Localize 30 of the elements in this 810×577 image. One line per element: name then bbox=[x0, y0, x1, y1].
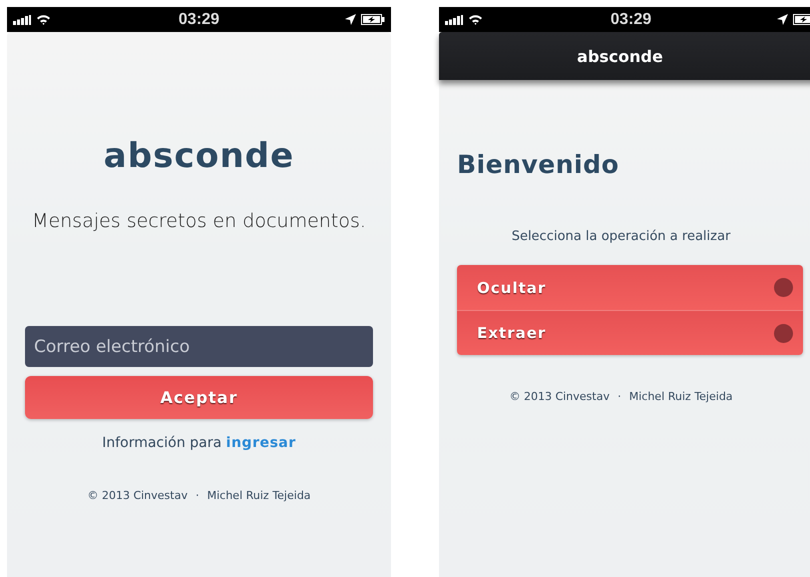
option-label: Extraer bbox=[477, 324, 546, 342]
email-field[interactable]: Correo electrónico bbox=[25, 326, 373, 367]
separator-dot: · bbox=[618, 390, 622, 403]
location-arrow-icon bbox=[777, 14, 788, 25]
option-item[interactable]: Extraer bbox=[457, 310, 803, 355]
signal-icon bbox=[445, 14, 463, 24]
radio-indicator[interactable] bbox=[774, 324, 793, 342]
status-time: 03:29 bbox=[610, 10, 652, 28]
option-label: Ocultar bbox=[477, 278, 546, 296]
signal-icon bbox=[13, 14, 31, 24]
status-time: 03:29 bbox=[178, 10, 220, 28]
app-logo: absconde bbox=[104, 136, 294, 176]
copyright-text: © 2013 Cinvestav bbox=[87, 489, 188, 502]
welcome-heading: Bienvenido bbox=[457, 150, 620, 179]
tagline: Mensajes secretos en documentos. bbox=[32, 210, 366, 232]
location-arrow-icon bbox=[345, 14, 356, 25]
author-text: Michel Ruiz Tejeida bbox=[629, 390, 733, 403]
accept-button[interactable]: Aceptar bbox=[25, 376, 373, 419]
copyright-text: © 2013 Cinvestav bbox=[509, 390, 610, 403]
nav-title: absconde bbox=[577, 46, 663, 66]
option-item[interactable]: Ocultar bbox=[457, 265, 803, 310]
wifi-icon bbox=[468, 14, 483, 25]
author-text: Michel Ruiz Tejeida bbox=[207, 489, 311, 502]
prompt-text: Selecciona la operación a realizar bbox=[512, 229, 730, 244]
ingresar-link[interactable]: ingresar bbox=[226, 435, 296, 451]
wifi-icon bbox=[36, 14, 51, 25]
separator-dot: · bbox=[196, 489, 200, 502]
radio-indicator[interactable] bbox=[774, 278, 793, 297]
info-text: Información para ingresar bbox=[102, 435, 296, 451]
battery-icon bbox=[361, 14, 385, 25]
